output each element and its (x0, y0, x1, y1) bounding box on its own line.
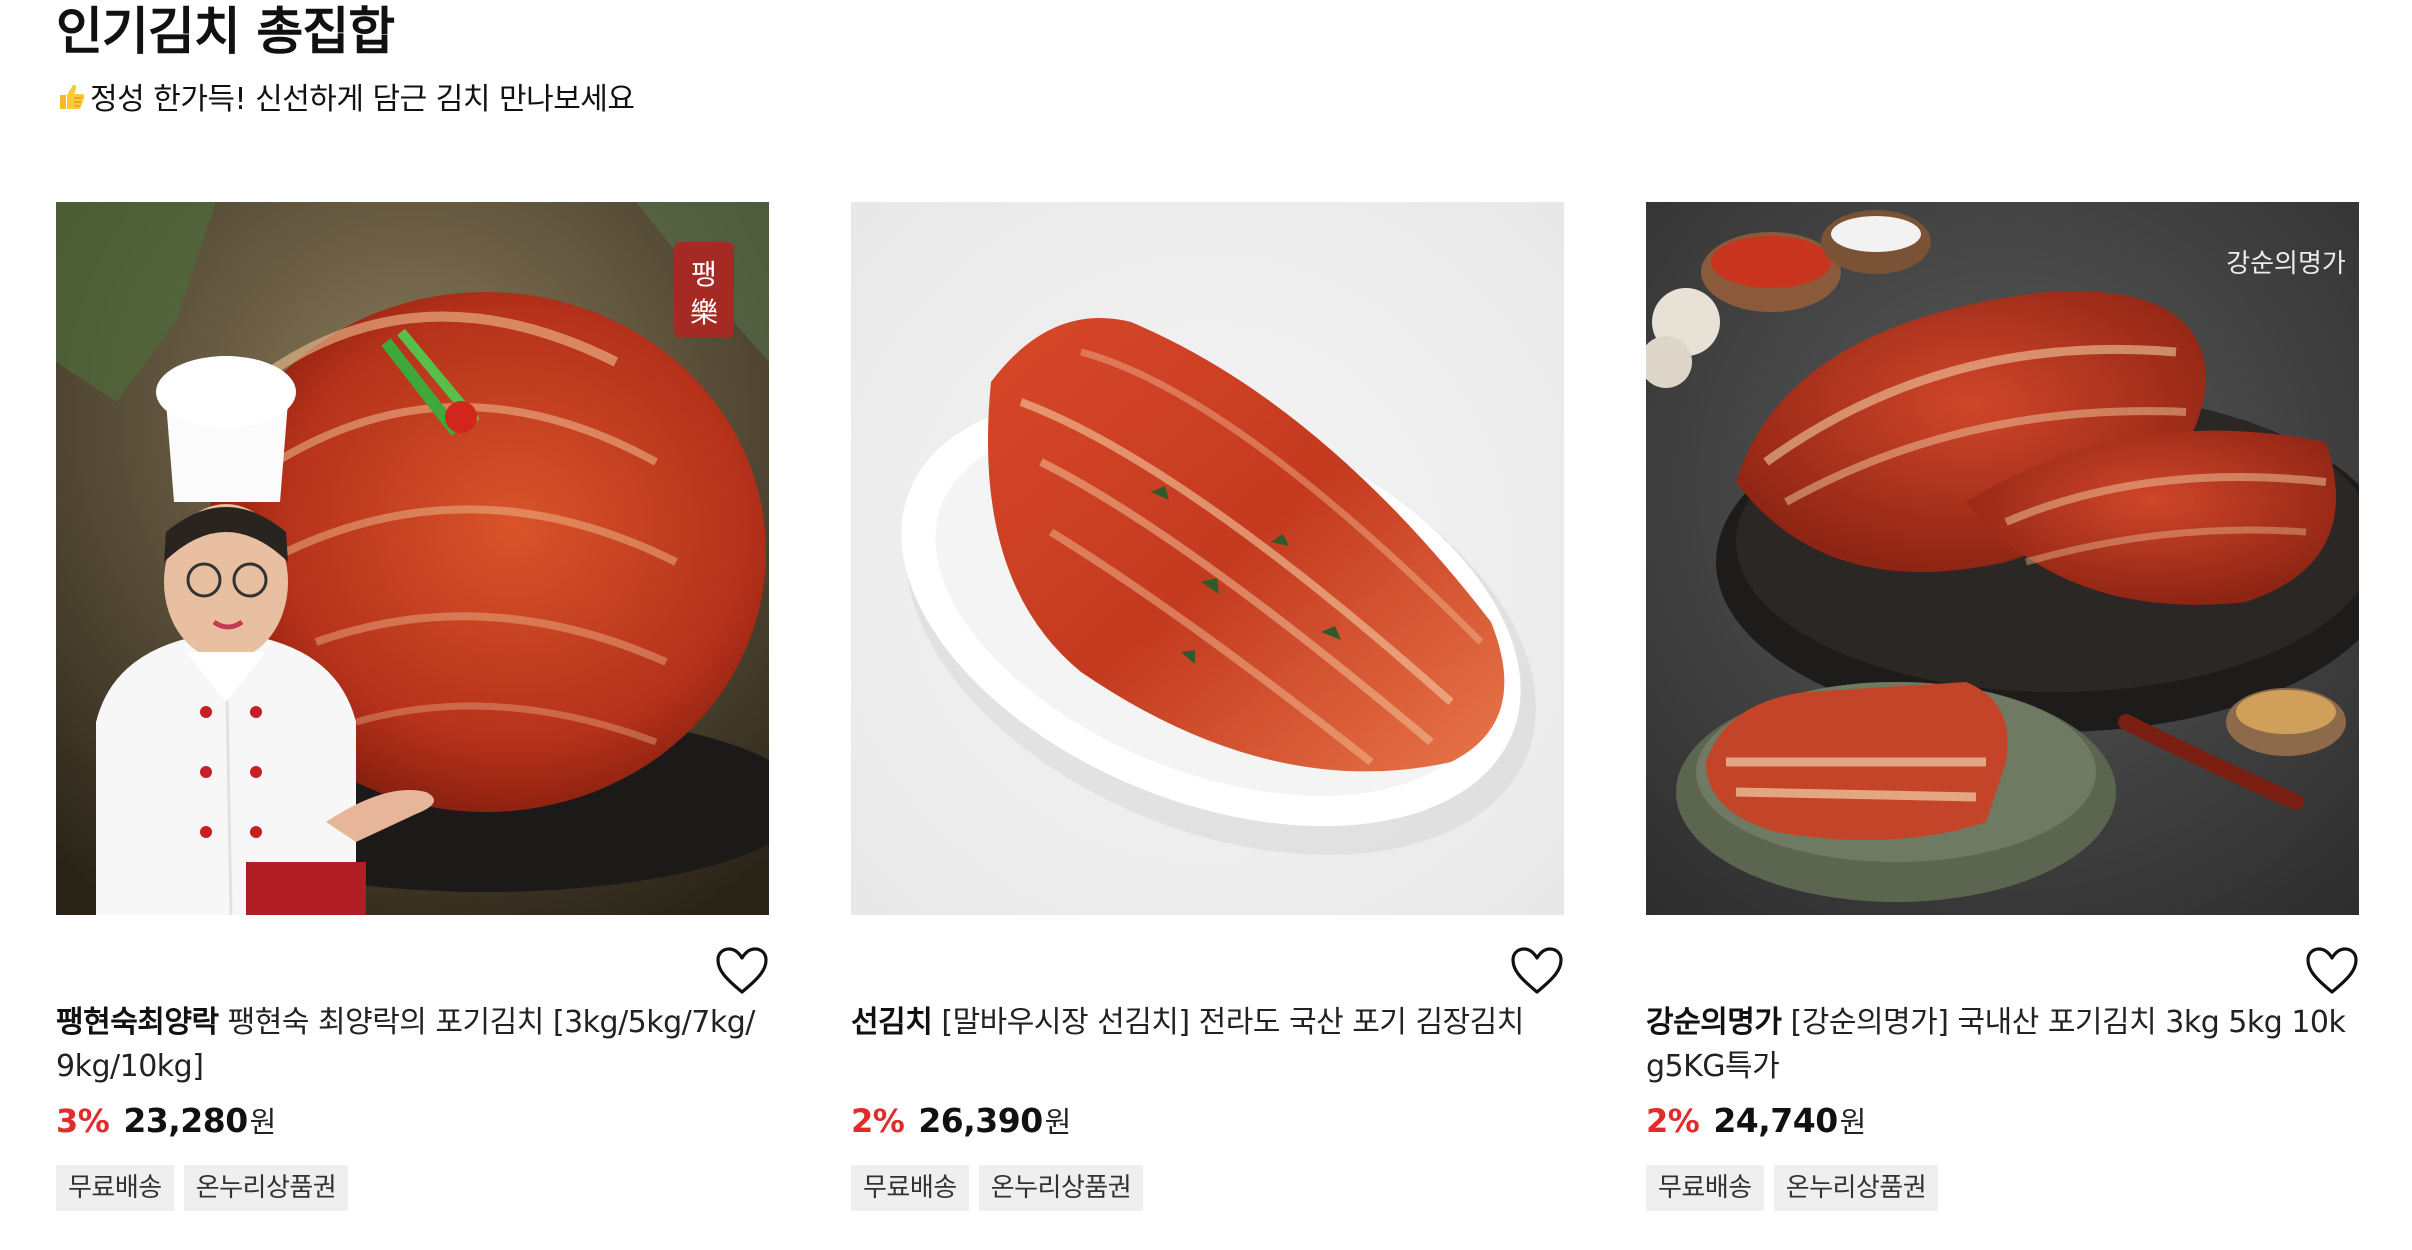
price: 26,390 (918, 1101, 1043, 1140)
price: 23,280 (123, 1101, 248, 1140)
discount-rate: 2% (851, 1102, 905, 1140)
wish-row (851, 915, 1564, 1001)
currency: 원 (1839, 1105, 1867, 1139)
tag-list: 무료배송 온누리상품권 (851, 1165, 1564, 1211)
page: 인기김치 총집합 정성 한가득! 신선하게 담근 김치 만나보세요 팽 樂 팽현… (56, 0, 2359, 1211)
currency: 원 (1044, 1105, 1072, 1139)
svg-text:강순의명가: 강순의명가 (2226, 249, 2346, 279)
price: 24,740 (1713, 1101, 1838, 1140)
product-image[interactable]: 팽 樂 (56, 202, 769, 915)
product-brand: 강순의명가 (1646, 1005, 1782, 1040)
price-row: 3% 23,280 원 (56, 1099, 769, 1147)
svg-text:팽: 팽 (691, 258, 717, 291)
product-name[interactable]: 강순의명가 [강순의명가] 국내산 포기김치 3kg 5kg 10kg5KG특가 (1646, 1001, 2359, 1089)
tag-list: 무료배송 온누리상품권 (1646, 1165, 2359, 1211)
tag-free-shipping: 무료배송 (1646, 1165, 1764, 1211)
tag-onnuri-voucher: 온누리상품권 (183, 1165, 349, 1211)
wish-row (1646, 915, 2359, 1001)
currency: 원 (249, 1105, 277, 1139)
tag-free-shipping: 무료배송 (851, 1165, 969, 1211)
product-brand: 팽현숙최양락 (56, 1005, 219, 1040)
product-card[interactable]: 선김치 [말바우시장 선김치] 전라도 국산 포기 김장김치 2% 26,390… (851, 202, 1564, 1211)
product-name[interactable]: 선김치 [말바우시장 선김치] 전라도 국산 포기 김장김치 (851, 1001, 1564, 1089)
price-row: 2% 24,740 원 (1646, 1099, 2359, 1147)
tag-list: 무료배송 온누리상품권 (56, 1165, 769, 1211)
page-title: 인기김치 총집합 (56, 3, 395, 62)
price-row: 2% 26,390 원 (851, 1099, 1564, 1147)
discount-rate: 2% (1646, 1102, 1700, 1140)
product-name[interactable]: 팽현숙최양락 팽현숙 최양락의 포기김치 [3kg/5kg/7kg/9kg/10… (56, 1001, 769, 1089)
product-title: [말바우시장 선김치] 전라도 국산 포기 김장김치 (941, 1005, 1524, 1040)
heart-icon[interactable] (715, 946, 769, 996)
thumbs-up-icon (60, 84, 85, 109)
subtitle-text: 정성 한가득! 신선하게 담근 김치 만나보세요 (90, 82, 635, 117)
heart-icon[interactable] (2305, 946, 2359, 996)
tag-free-shipping: 무료배송 (56, 1165, 174, 1211)
product-image[interactable]: 강순의명가 (1646, 202, 2359, 915)
product-brand: 선김치 (851, 1005, 933, 1040)
product-card[interactable]: 팽 樂 팽현숙최양락 팽현숙 최양락의 포기김치 [3kg/5kg/7kg/9k… (56, 202, 769, 1211)
wish-row (56, 915, 769, 1001)
tag-onnuri-voucher: 온누리상품권 (978, 1165, 1144, 1211)
product-image[interactable] (851, 202, 1564, 915)
product-grid: 팽 樂 팽현숙최양락 팽현숙 최양락의 포기김치 [3kg/5kg/7kg/9k… (56, 202, 2359, 1211)
heart-icon[interactable] (1510, 946, 1564, 996)
page-subtitle: 정성 한가득! 신선하게 담근 김치 만나보세요 (56, 80, 2356, 120)
tag-onnuri-voucher: 온누리상품권 (1773, 1165, 1939, 1211)
svg-text:樂: 樂 (690, 296, 718, 329)
product-card[interactable]: 강순의명가 강순의명가 [강순의명가] 국내산 포기김치 3kg 5kg 10k… (1646, 202, 2359, 1211)
discount-rate: 3% (56, 1102, 110, 1140)
